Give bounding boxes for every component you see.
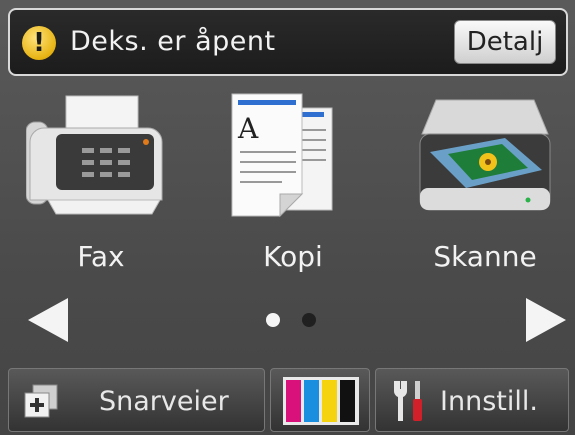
copy-button[interactable]: A Kopi bbox=[218, 90, 368, 290]
details-button[interactable]: Detalj bbox=[454, 20, 556, 64]
arrow-left-icon[interactable] bbox=[22, 294, 74, 346]
tools-icon bbox=[394, 381, 422, 421]
svg-text:A: A bbox=[237, 112, 259, 145]
shortcuts-button[interactable]: Snarveier bbox=[8, 368, 265, 432]
ink-cartridges-icon bbox=[283, 377, 359, 425]
shortcuts-icon bbox=[24, 384, 58, 418]
status-bar: ! Deks. er åpent Detalj bbox=[8, 8, 568, 76]
scan-label: Skanne bbox=[433, 240, 537, 273]
scan-icon bbox=[419, 99, 551, 211]
fax-button[interactable]: Fax bbox=[26, 90, 176, 290]
warning-icon: ! bbox=[22, 26, 56, 60]
fax-label: Fax bbox=[77, 240, 125, 273]
copy-label: Kopi bbox=[263, 240, 323, 273]
fax-icon bbox=[26, 95, 163, 215]
scan-button[interactable]: Skanne bbox=[410, 90, 560, 290]
printer-touchscreen: ! Deks. er åpent Detalj Fax A Kopi Skann… bbox=[0, 0, 575, 435]
status-message: Deks. er åpent bbox=[70, 26, 276, 57]
page-indicator bbox=[266, 313, 326, 327]
settings-label: Innstill. bbox=[440, 386, 538, 417]
page-dot-1 bbox=[266, 313, 280, 327]
page-dot-2 bbox=[302, 313, 316, 327]
shortcuts-label: Snarveier bbox=[99, 386, 229, 417]
settings-button[interactable]: Innstill. bbox=[375, 368, 569, 432]
copy-icon: A bbox=[231, 93, 333, 218]
arrow-right-icon[interactable] bbox=[520, 294, 572, 346]
ink-button[interactable] bbox=[270, 368, 370, 432]
